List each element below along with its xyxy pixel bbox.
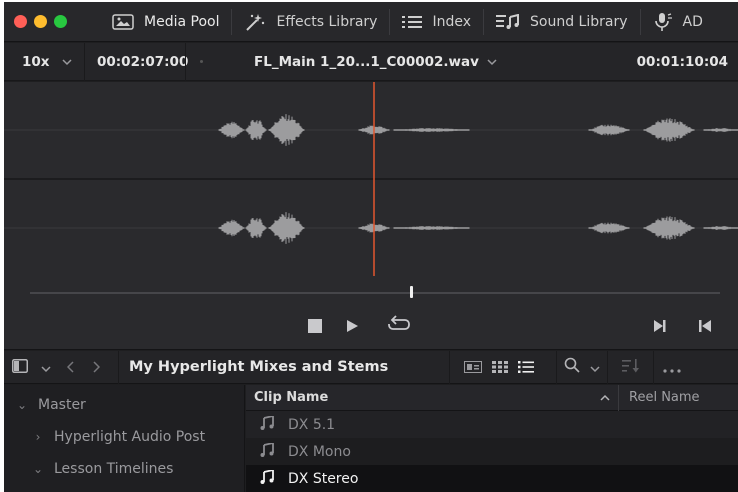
search-button[interactable] (557, 351, 607, 384)
adr-microphone-icon (653, 12, 673, 32)
chevron-left-icon (66, 358, 75, 377)
bin-item-hyperlight-audio-post[interactable]: › Hyperlight Audio Post (4, 421, 244, 453)
clip-name-label: FL_Main 1_20...1_C00002.wav (254, 54, 479, 70)
sound-library-icon (496, 13, 520, 30)
chevron-down-icon[interactable]: ⌄ (28, 462, 48, 476)
sound-library-button[interactable]: Sound Library (484, 2, 640, 42)
clip-name-column-label: Clip Name (254, 390, 329, 405)
bin-label: Lesson Timelines (54, 461, 174, 477)
effects-wand-icon (244, 12, 266, 32)
scrub-bar[interactable] (30, 292, 720, 294)
stop-icon (308, 318, 322, 337)
audio-clip-icon (260, 414, 274, 434)
header-divider (185, 42, 186, 81)
adr-label: AD (682, 13, 703, 30)
transport-controls (4, 276, 738, 350)
media-pool-label: Media Pool (144, 13, 220, 30)
forward-button[interactable] (86, 351, 106, 384)
play-button[interactable] (341, 316, 363, 338)
clip-list: Clip Name Reel Name DX 5.1 DX Mono DX St… (246, 384, 738, 492)
bin-item-master[interactable]: ⌄ Master (4, 389, 244, 421)
chevron-right-icon (92, 358, 101, 377)
resolve-fairlight-window: Media Pool Effects Library Index Sound L… (4, 2, 738, 492)
column-header-reel-name[interactable]: Reel Name (619, 390, 700, 405)
effects-library-button[interactable]: Effects Library (232, 2, 389, 42)
audio-clip-icon (260, 441, 274, 461)
play-icon (345, 318, 359, 337)
sort-button[interactable] (607, 350, 653, 384)
sound-library-label: Sound Library (530, 13, 628, 30)
chevron-right-icon[interactable]: › (28, 430, 48, 444)
clip-name: DX 5.1 (288, 416, 336, 433)
stop-button[interactable] (304, 316, 326, 338)
viewer-header: 10x 00:02:07:00 FL_Main 1_20...1_C00002.… (4, 42, 738, 81)
chevron-down-icon[interactable]: ⌄ (12, 398, 32, 412)
bin-label: Master (38, 397, 86, 413)
waveform-display (4, 82, 738, 276)
chevron-down-icon (590, 358, 600, 377)
clip-name: DX Mono (288, 443, 351, 460)
close-window-button[interactable] (14, 15, 27, 28)
more-options-button[interactable] (653, 350, 689, 384)
more-icon (662, 358, 681, 377)
search-icon (564, 357, 580, 377)
source-timecode: 00:02:07:00 (97, 53, 189, 70)
chevron-down-icon (41, 358, 51, 377)
dot-indicator (200, 60, 203, 63)
clip-name: DX Stereo (288, 470, 359, 487)
index-label: Index (432, 13, 472, 30)
clip-name-dropdown[interactable]: FL_Main 1_20...1_C00002.wav (254, 43, 497, 81)
back-button[interactable] (56, 351, 86, 384)
prev-frame-button[interactable] (694, 316, 716, 338)
clip-row-selected[interactable]: DX Stereo (246, 465, 738, 492)
zoom-dropdown[interactable]: 10x (4, 54, 84, 70)
minimize-window-button[interactable] (34, 15, 47, 28)
scrub-handle[interactable] (409, 286, 413, 298)
zoom-window-button[interactable] (54, 15, 67, 28)
bin-options-dropdown[interactable] (36, 351, 56, 384)
current-bin-title: My Hyperlight Mixes and Stems (129, 359, 389, 375)
bin-item-lesson-timelines[interactable]: ⌄ Lesson Timelines (4, 453, 244, 485)
zoom-value: 10x (22, 53, 50, 70)
loop-icon (386, 314, 412, 338)
index-button[interactable]: Index (390, 2, 483, 42)
window-controls (4, 15, 100, 28)
bin-list: ⌄ Master › Hyperlight Audio Post ⌄ Lesso… (4, 385, 245, 492)
thumbnail-view-icon[interactable] (492, 358, 508, 377)
list-view-icon[interactable] (518, 358, 534, 377)
audio-clip-icon (260, 468, 274, 488)
sidebar-toggle-icon (12, 358, 28, 377)
clip-row[interactable]: DX Mono (246, 438, 738, 465)
bin-label: Hyperlight Audio Post (54, 429, 206, 445)
chevron-down-icon (61, 54, 72, 70)
chevron-down-icon (487, 54, 497, 70)
metadata-view-icon[interactable] (464, 358, 482, 377)
clip-row[interactable]: DX 5.1 (246, 411, 738, 438)
next-frame-button[interactable] (649, 316, 671, 338)
waveform-viewer[interactable] (4, 82, 738, 276)
index-list-icon (402, 15, 423, 29)
toggle-bins-button[interactable] (4, 351, 36, 384)
prev-frame-icon (698, 318, 712, 337)
duration-timecode: 00:01:10:04 (636, 54, 728, 70)
media-pool-icon (112, 13, 134, 30)
column-header-row: Clip Name Reel Name (246, 384, 738, 411)
top-toolbar: Media Pool Effects Library Index Sound L… (4, 2, 738, 42)
view-mode-group (449, 350, 557, 384)
adr-button[interactable]: AD (641, 2, 703, 42)
media-pool-button[interactable]: Media Pool (100, 2, 231, 42)
sort-icon (621, 358, 640, 377)
loop-button[interactable] (386, 315, 412, 337)
column-header-clip-name[interactable]: Clip Name (246, 384, 619, 411)
effects-library-label: Effects Library (276, 13, 378, 30)
sort-ascending-icon (600, 390, 610, 405)
media-pool-header: My Hyperlight Mixes and Stems (4, 350, 738, 384)
next-frame-icon (653, 318, 667, 337)
